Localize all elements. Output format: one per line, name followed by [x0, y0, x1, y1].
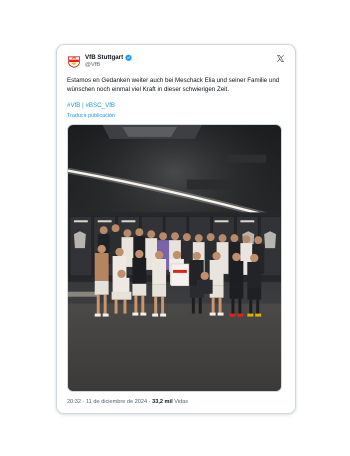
hashtag-link[interactable]: #VfB [67, 102, 80, 109]
vfb-crest-icon[interactable]: VfB [67, 54, 81, 68]
svg-text:VfB: VfB [72, 57, 77, 60]
view-label: Vidas [172, 399, 189, 405]
translate-link[interactable]: Traducir publicación [67, 113, 115, 119]
tweet-card: VfB VfB Stuttgart @VfB Estamos en Gedank… [56, 44, 296, 414]
hashtag-line: #VfB | #BSC_VfB [67, 102, 115, 109]
tweet-timestamp[interactable]: 20:32 · 11 de diciembre de 2024 · [67, 399, 152, 405]
author-name[interactable]: VfB Stuttgart [85, 54, 123, 61]
author-handle[interactable]: @VfB [85, 62, 100, 68]
tweet-text: Estamos en Gedanken weiter auch bei Mesc… [67, 77, 280, 94]
author-row[interactable]: VfB Stuttgart [85, 54, 133, 61]
verified-badge-icon [125, 54, 133, 61]
hashtag-link[interactable]: #BSC_VfB [85, 102, 115, 109]
tweet-meta: 20:32 · 11 de diciembre de 2024 · 33,2 m… [67, 399, 188, 405]
view-count: 33,2 mil [152, 399, 173, 405]
x-logo-icon[interactable] [276, 54, 285, 63]
tweet-photo[interactable] [67, 124, 282, 392]
